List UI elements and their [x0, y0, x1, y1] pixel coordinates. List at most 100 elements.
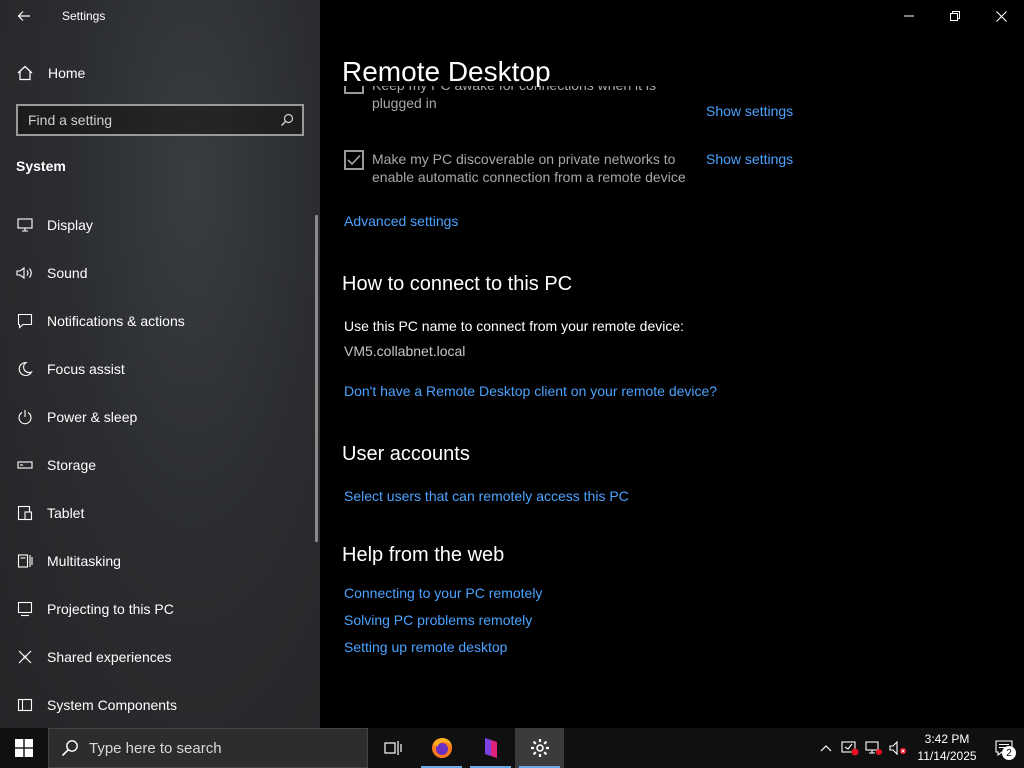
sidebar-item-sound[interactable]: Sound [0, 249, 314, 297]
home-label: Home [48, 65, 86, 81]
taskbar-search-placeholder: Type here to search [89, 739, 222, 757]
notification-icon [16, 312, 34, 330]
firefox-icon [431, 738, 452, 758]
windows-logo-icon [15, 739, 33, 757]
clock-time: 3:42 PM [924, 732, 970, 746]
gear-icon [530, 739, 549, 757]
sidebar-item-shared-experiences[interactable]: Shared experiences [0, 633, 314, 681]
network-tray-button[interactable] [862, 728, 886, 768]
home-nav-item[interactable]: Home [0, 56, 320, 90]
help-link-solving[interactable]: Solving PC problems remotely [344, 612, 532, 628]
start-button[interactable] [0, 728, 48, 768]
shared-icon [16, 648, 34, 666]
select-users-link[interactable]: Select users that can remotely access th… [344, 488, 629, 504]
system-nav: Display Sound Notifications & actions Fo… [0, 201, 314, 728]
back-button[interactable] [8, 0, 40, 32]
discoverable-option: Make my PC discoverable on private netwo… [342, 150, 702, 190]
search-icon [281, 113, 294, 126]
discoverable-checkbox[interactable] [344, 150, 364, 170]
show-settings-link-2[interactable]: Show settings [706, 151, 793, 167]
clock[interactable]: 3:42 PM 11/14/2025 [914, 731, 980, 765]
show-settings-link-1[interactable]: Show settings [706, 103, 793, 119]
task-view-button[interactable] [368, 728, 417, 768]
sidebar-item-tablet[interactable]: Tablet [0, 489, 314, 537]
power-icon [16, 408, 34, 426]
sidebar-item-display[interactable]: Display [0, 201, 314, 249]
network-icon [865, 741, 882, 755]
sidebar-item-notifications[interactable]: Notifications & actions [0, 297, 314, 345]
app-icon [484, 738, 497, 758]
sidebar-item-power-sleep[interactable]: Power & sleep [0, 393, 314, 441]
section-title: System [16, 158, 66, 174]
help-link-setting-up[interactable]: Setting up remote desktop [344, 639, 507, 655]
search-icon [61, 740, 78, 757]
sidebar-item-label: Focus assist [47, 361, 125, 377]
app-title: Settings [62, 9, 106, 23]
tablet-icon [16, 504, 34, 522]
task-view-icon [383, 741, 402, 755]
show-hidden-icons-button[interactable] [814, 728, 838, 768]
title-bar: Settings [0, 0, 320, 32]
sidebar-item-system-components[interactable]: System Components [0, 681, 314, 728]
sidebar-item-label: Projecting to this PC [47, 601, 174, 617]
notification-count-badge: 2 [1002, 746, 1016, 760]
minimize-button[interactable] [886, 0, 932, 32]
moon-icon [16, 360, 34, 378]
sidebar-item-focus-assist[interactable]: Focus assist [0, 345, 314, 393]
chevron-up-icon [820, 745, 832, 752]
sidebar-item-multitasking[interactable]: Multitasking [0, 537, 314, 585]
taskbar-search-box[interactable]: Type here to search [48, 728, 368, 768]
projector-icon [16, 600, 34, 618]
settings-sidebar: Settings Home System Display Sound Notif… [0, 0, 320, 728]
taskbar-settings[interactable] [515, 728, 564, 768]
sidebar-item-label: Multitasking [47, 553, 121, 569]
multitasking-icon [16, 552, 34, 570]
sidebar-item-label: Tablet [47, 505, 85, 521]
sidebar-item-label: Shared experiences [47, 649, 172, 665]
sidebar-item-projecting[interactable]: Projecting to this PC [0, 585, 314, 633]
back-arrow-icon [17, 11, 30, 21]
connect-instruction: Use this PC name to connect from your re… [344, 318, 685, 334]
taskbar-firefox[interactable] [417, 728, 466, 768]
home-icon [17, 65, 33, 81]
volume-muted-icon [889, 740, 907, 756]
main-content: Remote Desktop Keep my PC awake for conn… [320, 0, 1024, 728]
page-title: Remote Desktop [342, 56, 551, 87]
sidebar-scrollbar[interactable] [315, 215, 318, 542]
sidebar-item-label: Display [47, 217, 93, 233]
connect-heading: How to connect to this PC [342, 273, 573, 295]
security-tray-button[interactable] [838, 728, 862, 768]
keep-awake-checkbox[interactable] [344, 86, 364, 94]
checkmark-icon [347, 154, 361, 166]
help-link-connecting[interactable]: Connecting to your PC remotely [344, 585, 542, 601]
sidebar-item-label: Storage [47, 457, 97, 473]
user-accounts-heading: User accounts [342, 443, 470, 465]
close-button[interactable] [978, 0, 1024, 32]
sidebar-item-label: System Components [47, 697, 177, 713]
taskbar-app-pink[interactable] [466, 728, 515, 768]
system-tray: 3:42 PM 11/14/2025 2 [814, 728, 1024, 768]
find-setting-box[interactable] [16, 104, 304, 136]
speaker-icon [16, 264, 34, 282]
sidebar-item-label: Sound [47, 265, 88, 281]
security-alert-icon [841, 741, 859, 756]
restore-button[interactable] [932, 0, 978, 32]
volume-tray-button[interactable] [886, 728, 910, 768]
taskbar: Type here to search 3:42 PM 11/14/2025 2 [0, 728, 1024, 768]
find-setting-input[interactable] [28, 112, 280, 128]
storage-icon [16, 456, 34, 474]
settings-scroll-area: Keep my PC awake for connections when it… [320, 86, 1024, 728]
pc-name: VM5.collabnet.local [344, 343, 466, 359]
window-controls [886, 0, 1024, 32]
monitor-icon [16, 216, 34, 234]
restore-icon [950, 11, 960, 21]
components-icon [16, 696, 34, 714]
action-center-button[interactable]: 2 [984, 728, 1024, 768]
discoverable-label: Make my PC discoverable on private netwo… [372, 151, 686, 185]
help-heading: Help from the web [342, 544, 505, 566]
keep-awake-label: Keep my PC awake for connections when it… [372, 86, 656, 111]
sidebar-item-storage[interactable]: Storage [0, 441, 314, 489]
advanced-settings-link[interactable]: Advanced settings [344, 213, 458, 229]
minimize-icon [904, 15, 914, 17]
remote-client-link[interactable]: Don't have a Remote Desktop client on yo… [344, 383, 717, 399]
